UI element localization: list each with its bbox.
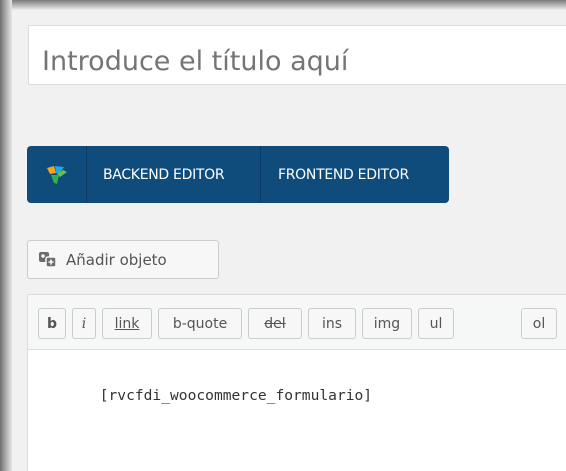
quicktag-ins-label: ins <box>321 315 343 332</box>
frontend-editor-label: FRONTEND EDITOR <box>278 166 409 183</box>
quicktag-italic-label: i <box>81 315 87 332</box>
quicktag-img-label: img <box>373 315 401 332</box>
quicktag-del-button[interactable]: del <box>248 308 302 339</box>
post-editor-canvas: BACKEND EDITOR FRONTEND EDITOR Añadir ob… <box>12 10 566 471</box>
text-editor: b i link b-quote del ins img ul ol [rvcf… <box>27 294 566 471</box>
window-frame-left <box>0 0 12 471</box>
quicktag-italic-button[interactable]: i <box>72 308 96 339</box>
editor-content-text: [rvcfdi_woocommerce_formulario] <box>99 387 373 404</box>
quicktag-ul-button[interactable]: ul <box>418 308 454 339</box>
quicktag-bold-button[interactable]: b <box>38 308 66 339</box>
editor-content[interactable]: [rvcfdi_woocommerce_formulario] <box>28 350 566 421</box>
quicktag-ol-button[interactable]: ol <box>521 308 557 339</box>
quicktag-link-label: link <box>114 315 140 332</box>
window-frame-top <box>0 0 566 10</box>
backend-editor-label: BACKEND EDITOR <box>103 166 225 183</box>
quicktag-img-button[interactable]: img <box>362 308 412 339</box>
quicktag-ol-label: ol <box>532 315 546 332</box>
visual-composer-logo-icon[interactable] <box>27 146 87 203</box>
post-title-input[interactable] <box>28 25 566 85</box>
add-media-label: Añadir objeto <box>66 250 167 269</box>
add-media-icon <box>38 249 60 271</box>
quicktag-bold-label: b <box>46 315 58 332</box>
add-media-button[interactable]: Añadir objeto <box>27 240 219 279</box>
frontend-editor-button[interactable]: FRONTEND EDITOR <box>261 146 449 203</box>
quicktag-del-label: del <box>264 315 286 332</box>
quicktags-toolbar: b i link b-quote del ins img ul ol <box>28 295 566 350</box>
quicktag-ul-label: ul <box>429 315 443 332</box>
backend-editor-button[interactable]: BACKEND EDITOR <box>87 146 261 203</box>
quicktag-link-button[interactable]: link <box>102 308 152 339</box>
quicktag-ins-button[interactable]: ins <box>308 308 356 339</box>
quicktag-bquote-label: b-quote <box>172 315 228 332</box>
quicktag-bquote-button[interactable]: b-quote <box>158 308 242 339</box>
page-builder-toolbar: BACKEND EDITOR FRONTEND EDITOR <box>27 146 449 203</box>
